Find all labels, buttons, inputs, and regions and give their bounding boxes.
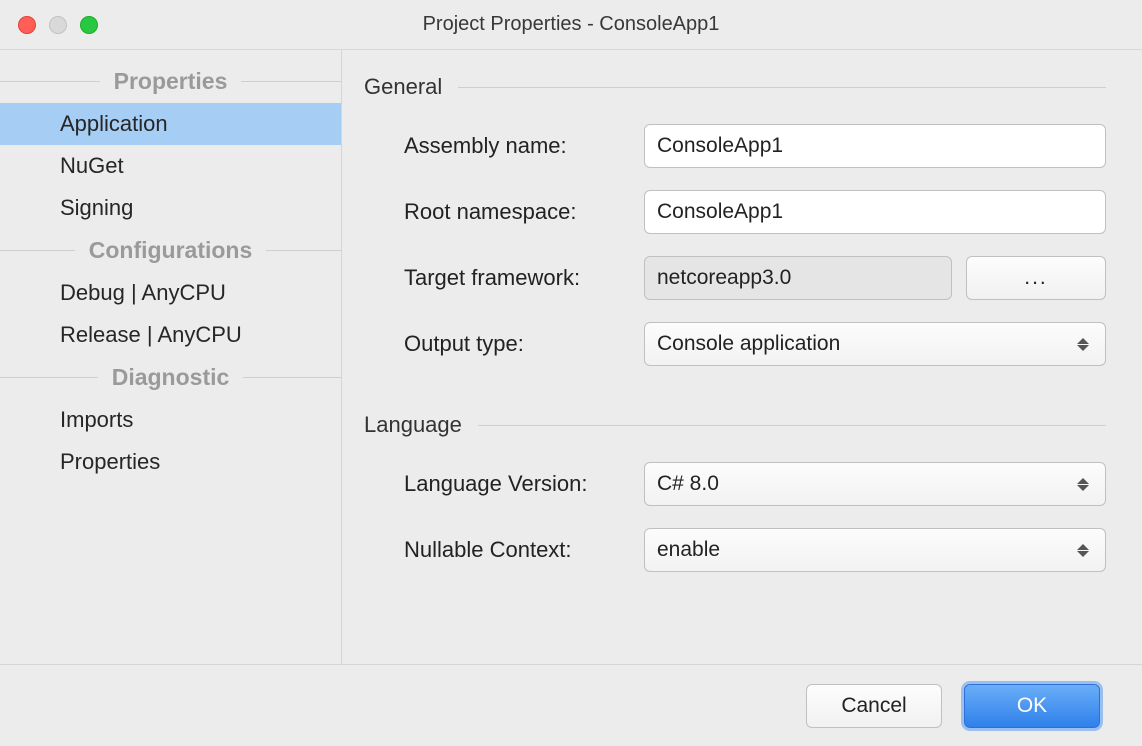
row-output-type: Output type: Console application — [364, 322, 1106, 366]
sidebar-section-label: Diagnostic — [98, 364, 244, 391]
root-namespace-label: Root namespace: — [404, 199, 644, 225]
output-type-label: Output type: — [404, 331, 644, 357]
ellipsis-label: ... — [1024, 266, 1048, 290]
nullable-context-value: enable — [657, 538, 720, 562]
sidebar-item-debug-anycpu[interactable]: Debug | AnyCPU — [0, 272, 341, 314]
sidebar-item-label: Signing — [60, 195, 133, 220]
sidebar-section-configurations: Configurations — [0, 229, 341, 272]
group-language: Language — [364, 412, 1106, 438]
sidebar-item-application[interactable]: Application — [0, 103, 341, 145]
sidebar-section-diagnostic: Diagnostic — [0, 356, 341, 399]
nullable-context-select[interactable]: enable — [644, 528, 1106, 572]
target-framework-value: netcoreapp3.0 — [657, 266, 791, 290]
row-nullable-context: Nullable Context: enable — [364, 528, 1106, 572]
chevron-updown-icon — [1077, 544, 1089, 557]
sidebar-item-label: Application — [60, 111, 168, 136]
target-framework-field: netcoreapp3.0 — [644, 256, 952, 300]
group-title: General — [364, 74, 442, 100]
row-target-framework: Target framework: netcoreapp3.0 ... — [364, 256, 1106, 300]
sidebar-item-label: Properties — [60, 449, 160, 474]
output-type-value: Console application — [657, 332, 840, 356]
assembly-name-label: Assembly name: — [404, 133, 644, 159]
sidebar-item-label: Release | AnyCPU — [60, 322, 242, 347]
ok-button[interactable]: OK — [964, 684, 1100, 728]
sidebar-item-label: Imports — [60, 407, 133, 432]
row-root-namespace: Root namespace: — [364, 190, 1106, 234]
sidebar-item-label: NuGet — [60, 153, 124, 178]
main-panel: General Assembly name: Root namespace: T… — [342, 50, 1142, 664]
row-assembly-name: Assembly name: — [364, 124, 1106, 168]
chevron-updown-icon — [1077, 478, 1089, 491]
assembly-name-input[interactable] — [644, 124, 1106, 168]
sidebar-item-signing[interactable]: Signing — [0, 187, 341, 229]
nullable-context-label: Nullable Context: — [404, 537, 644, 563]
sidebar-item-label: Debug | AnyCPU — [60, 280, 226, 305]
sidebar-item-release-anycpu[interactable]: Release | AnyCPU — [0, 314, 341, 356]
target-framework-browse-button[interactable]: ... — [966, 256, 1106, 300]
traffic-lights — [18, 16, 98, 34]
maximize-window-button[interactable] — [80, 16, 98, 34]
sidebar-section-properties: Properties — [0, 60, 341, 103]
row-language-version: Language Version: C# 8.0 — [364, 462, 1106, 506]
project-properties-window: Project Properties - ConsoleApp1 Propert… — [0, 0, 1142, 746]
group-general: General — [364, 74, 1106, 100]
cancel-button[interactable]: Cancel — [806, 684, 942, 728]
sidebar-item-nuget[interactable]: NuGet — [0, 145, 341, 187]
target-framework-label: Target framework: — [404, 265, 644, 291]
sidebar: Properties Application NuGet Signing Con… — [0, 50, 342, 664]
sidebar-section-label: Properties — [100, 68, 242, 95]
sidebar-section-label: Configurations — [75, 237, 267, 264]
window-title: Project Properties - ConsoleApp1 — [0, 13, 1142, 36]
cancel-label: Cancel — [841, 694, 906, 718]
language-version-value: C# 8.0 — [657, 472, 719, 496]
sidebar-item-properties[interactable]: Properties — [0, 441, 341, 483]
sidebar-item-imports[interactable]: Imports — [0, 399, 341, 441]
dialog-body: Properties Application NuGet Signing Con… — [0, 50, 1142, 664]
output-type-select[interactable]: Console application — [644, 322, 1106, 366]
language-version-select[interactable]: C# 8.0 — [644, 462, 1106, 506]
language-version-label: Language Version: — [404, 471, 644, 497]
root-namespace-input[interactable] — [644, 190, 1106, 234]
ok-label: OK — [1017, 694, 1047, 718]
titlebar: Project Properties - ConsoleApp1 — [0, 0, 1142, 50]
chevron-updown-icon — [1077, 338, 1089, 351]
minimize-window-button[interactable] — [49, 16, 67, 34]
group-title: Language — [364, 412, 462, 438]
dialog-footer: Cancel OK — [0, 664, 1142, 746]
close-window-button[interactable] — [18, 16, 36, 34]
